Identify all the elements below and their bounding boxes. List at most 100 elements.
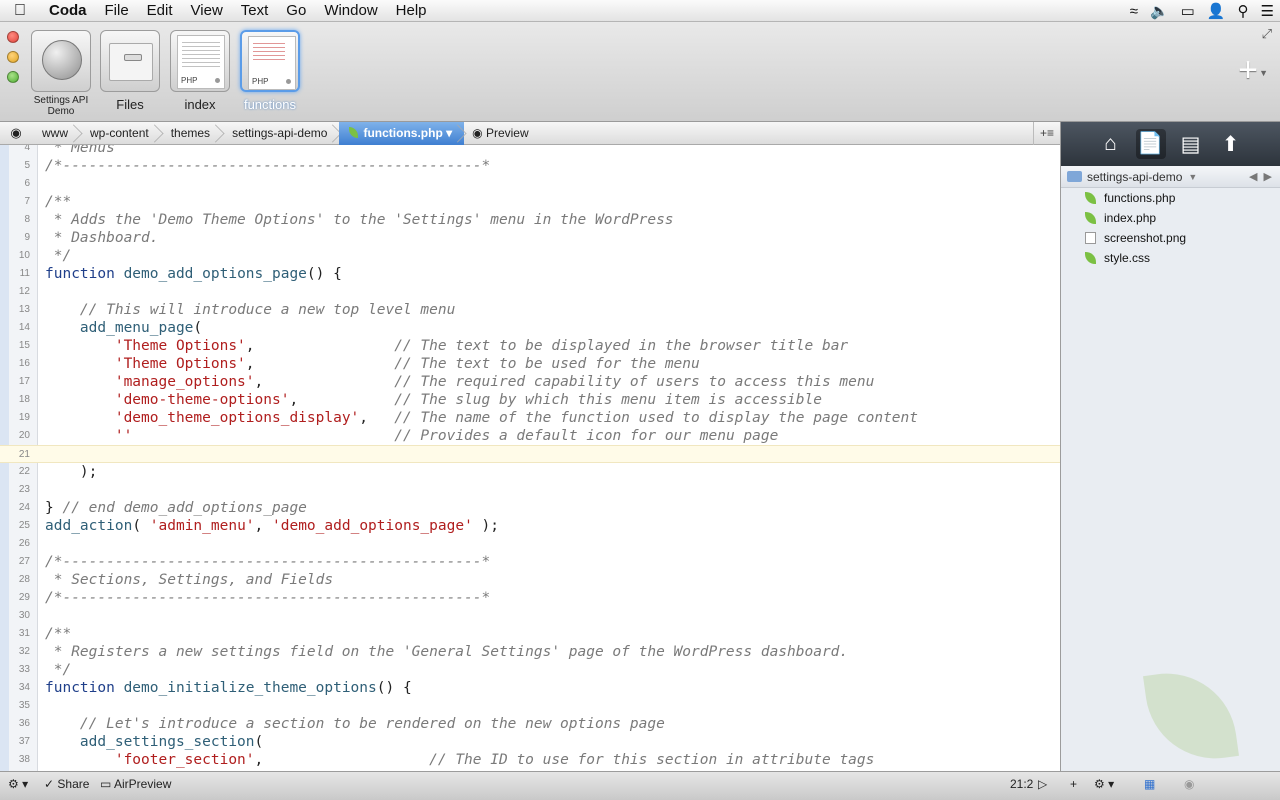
code-line[interactable]: 22 ); <box>0 463 1060 481</box>
local-site-icon[interactable]: ▦ <box>1144 772 1155 796</box>
site-tab-index[interactable]: PHP index <box>169 30 231 112</box>
remote-site-icon[interactable]: ◉ <box>1184 772 1194 796</box>
zoom-window-button[interactable] <box>7 71 19 83</box>
file-item-functions[interactable]: functions.php <box>1061 188 1280 208</box>
airpreview-button[interactable]: ▭ AirPreview <box>100 772 171 796</box>
wifi-icon[interactable]: ≈ <box>1130 3 1138 20</box>
breadcrumb-www[interactable]: www <box>32 122 80 145</box>
app-menu[interactable]: Coda <box>40 0 96 22</box>
add-tab-plus-icon[interactable]: + <box>1238 53 1258 87</box>
file-name: index.php <box>1104 211 1157 225</box>
code-editor[interactable]: 4 * Menus 5 /*----------------------------… <box>0 145 1060 771</box>
code-line[interactable]: 16 'Theme Options', // The text to be us… <box>0 355 1060 373</box>
goto-line-icon[interactable]: ▷ <box>1038 772 1047 796</box>
code-line[interactable]: 15 'Theme Options', // The text to be di… <box>0 337 1060 355</box>
home-icon[interactable]: ⌂ <box>1096 129 1126 159</box>
minimize-window-button[interactable] <box>7 51 19 63</box>
code-line[interactable]: 14 add_menu_page( <box>0 319 1060 337</box>
code-line[interactable]: 27 /*------------------------------------… <box>0 553 1060 571</box>
menu-text[interactable]: Text <box>232 0 278 22</box>
sidebar-gear-icon[interactable]: ⚙ ▾ <box>1094 772 1114 796</box>
code-line[interactable]: 36 // Let's introduce a section to be re… <box>0 715 1060 733</box>
breadcrumb-active-file[interactable]: functions.php ▾ <box>339 121 465 145</box>
code-line[interactable]: 7 /** <box>0 193 1060 211</box>
code-line[interactable]: 24} // end demo_add_options_page <box>0 499 1060 517</box>
add-file-plus-icon[interactable]: + <box>1070 772 1077 796</box>
code-line[interactable]: 28 * Sections, Settings, and Fields <box>0 571 1060 589</box>
preview-tab[interactable]: ◉ Preview <box>464 122 541 145</box>
eye-icon[interactable]: ◉ <box>0 125 32 141</box>
code-line[interactable]: 12 <box>0 283 1060 301</box>
fullscreen-icon[interactable]: ⤢ <box>1262 26 1272 42</box>
code-line[interactable]: 31 /** <box>0 625 1060 643</box>
code-line[interactable]: 18 'demo-theme-options', // The slug by … <box>0 391 1060 409</box>
menu-edit[interactable]: Edit <box>138 0 182 22</box>
code-line[interactable]: 13 // This will introduce a new top leve… <box>0 301 1060 319</box>
code-line[interactable]: 17 'manage_options', // The required cap… <box>0 373 1060 391</box>
menu-view[interactable]: View <box>182 0 232 22</box>
code-line[interactable]: 5 /*-------------------------------------… <box>0 157 1060 175</box>
code-line[interactable]: 20 '' // Provides a default icon for our… <box>0 427 1060 445</box>
site-tab-files[interactable]: Files <box>99 30 161 112</box>
site-tab-settings-api-demo[interactable]: Settings API Demo <box>30 30 92 117</box>
code-line[interactable]: 23 <box>0 481 1060 499</box>
share-button[interactable]: ✓ Share <box>44 772 89 796</box>
folder-nav-arrows-icon[interactable]: ◀ ▶ <box>1249 170 1272 183</box>
code-line[interactable]: 11 function demo_add_options_page() { <box>0 265 1060 283</box>
user-icon[interactable]: 👤 <box>1207 2 1226 20</box>
code-token: */ <box>45 662 72 678</box>
site-tab-functions[interactable]: PHP functions <box>239 30 301 112</box>
line-number: 8 <box>24 214 30 225</box>
code-line[interactable]: 25 add_action( 'admin_menu', 'demo_add_op… <box>0 517 1060 535</box>
code-line[interactable]: 6 <box>0 175 1060 193</box>
chevron-down-icon[interactable]: ▼ <box>1259 68 1268 78</box>
code-token: * Registers a new settings field on the … <box>45 644 849 660</box>
menu-file[interactable]: File <box>96 0 138 22</box>
clips-icon[interactable]: ▤ <box>1176 129 1206 159</box>
chevron-down-icon[interactable]: ▼ <box>1188 172 1197 182</box>
gear-icon[interactable]: ⚙ ▾ <box>8 772 28 796</box>
code-line[interactable]: 37 add_settings_section( <box>0 733 1060 751</box>
line-code: 'footer_section', // The ID to use for t… <box>45 751 875 769</box>
split-pane-menu-icon[interactable]: +≡ <box>1032 122 1054 145</box>
code-line[interactable]: 9 * Dashboard. <box>0 229 1060 247</box>
file-item-style[interactable]: style.css <box>1061 248 1280 268</box>
spotlight-search-icon[interactable]: ⚲ <box>1238 2 1249 20</box>
code-line[interactable]: 30 <box>0 607 1060 625</box>
code-line[interactable]: 34 function demo_initialize_theme_options… <box>0 679 1060 697</box>
line-number: 11 <box>19 268 30 279</box>
breadcrumb-wp-content[interactable]: wp-content <box>80 122 161 145</box>
code-line[interactable]: 35 <box>0 697 1060 715</box>
cursor-position: 21:2 <box>1010 777 1034 791</box>
code-line[interactable]: 32 * Registers a new settings field on t… <box>0 643 1060 661</box>
code-token: // The name of the function used to disp… <box>394 410 918 426</box>
menu-go[interactable]: Go <box>277 0 315 22</box>
code-token: , <box>245 338 395 354</box>
line-code: /*--------------------------------------… <box>45 589 490 607</box>
line-code: 'Theme Options', // The text to be displ… <box>45 337 848 355</box>
folder-selector[interactable]: settings-api-demo ▼ ◀ ▶ <box>1061 166 1280 188</box>
code-line[interactable]: 21 <box>0 445 1060 463</box>
publish-up-arrow-icon[interactable]: ⬆ <box>1216 129 1246 159</box>
code-line[interactable]: 38 'footer_section', // The ID to use fo… <box>0 751 1060 769</box>
file-item-index[interactable]: index.php <box>1061 208 1280 228</box>
file-item-screenshot[interactable]: screenshot.png <box>1061 228 1280 248</box>
php-document-icon: PHP <box>248 36 296 90</box>
code-line[interactable]: 26 <box>0 535 1060 553</box>
close-window-button[interactable] <box>7 31 19 43</box>
apple-menu-icon[interactable]:  <box>0 2 40 20</box>
menu-help[interactable]: Help <box>387 0 436 22</box>
code-line[interactable]: 8 * Adds the 'Demo Theme Options' to the… <box>0 211 1060 229</box>
breadcrumb-themes[interactable]: themes <box>161 122 222 145</box>
files-icon[interactable]: 📄 <box>1135 129 1166 159</box>
menu-window[interactable]: Window <box>315 0 386 22</box>
code-line[interactable]: 10 */ <box>0 247 1060 265</box>
breadcrumb-settings-api-demo[interactable]: settings-api-demo <box>222 122 339 145</box>
code-line[interactable]: 33 */ <box>0 661 1060 679</box>
battery-icon[interactable]: ▭ <box>1181 2 1195 20</box>
notification-list-icon[interactable]: ☰ <box>1261 2 1274 20</box>
code-line[interactable]: 4 * Menus <box>0 145 1060 157</box>
code-line[interactable]: 19 'demo_theme_options_display', // The … <box>0 409 1060 427</box>
code-line[interactable]: 29 /*------------------------------------… <box>0 589 1060 607</box>
volume-icon[interactable]: 🔈 <box>1150 2 1169 20</box>
